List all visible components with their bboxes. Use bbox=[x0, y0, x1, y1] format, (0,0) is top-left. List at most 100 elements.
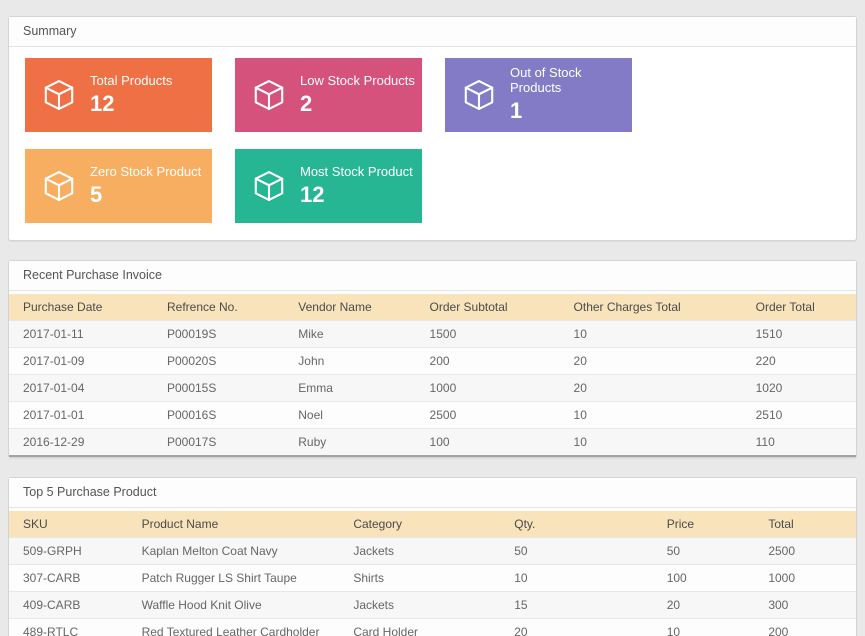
column-header: Vendor Name bbox=[284, 294, 415, 321]
table-cell: 50 bbox=[653, 538, 755, 565]
dashboard-page: Summary Total Products 12 Low Stock Prod… bbox=[0, 0, 865, 636]
table-cell: 15 bbox=[500, 592, 652, 619]
table-cell: P00015S bbox=[153, 375, 284, 402]
table-cell: Noel bbox=[284, 402, 415, 429]
card-value: 2 bbox=[300, 91, 415, 116]
table-cell: 10 bbox=[560, 321, 742, 348]
table-cell: 2017-01-04 bbox=[9, 375, 153, 402]
cube-icon bbox=[251, 77, 287, 113]
recent-purchase-invoice-table: Purchase DateRefrence No.Vendor NameOrde… bbox=[9, 294, 856, 457]
table-cell: 200 bbox=[416, 348, 560, 375]
column-header: Total bbox=[754, 511, 856, 538]
table-row: 2017-01-04P00015SEmma1000201020 bbox=[9, 375, 856, 402]
recent-purchase-invoice-header: Recent Purchase Invoice bbox=[9, 261, 856, 291]
column-header: Qty. bbox=[500, 511, 652, 538]
summary-card[interactable]: Most Stock Product 12 bbox=[235, 149, 422, 223]
top-purchase-product-table: SKUProduct NameCategoryQty.PriceTotal 50… bbox=[9, 511, 856, 636]
column-header: Price bbox=[653, 511, 755, 538]
table-cell: 2017-01-01 bbox=[9, 402, 153, 429]
table-cell: 100 bbox=[416, 429, 560, 457]
card-text: Total Products 12 bbox=[90, 74, 172, 116]
table-cell: 509-GRPH bbox=[9, 538, 128, 565]
column-header: Purchase Date bbox=[9, 294, 153, 321]
table-cell: 1000 bbox=[416, 375, 560, 402]
table-cell: P00020S bbox=[153, 348, 284, 375]
table-row: 307-CARBPatch Rugger LS Shirt TaupeShirt… bbox=[9, 565, 856, 592]
table-row: 489-RTLCRed Textured Leather CardholderC… bbox=[9, 619, 856, 636]
table-cell: 307-CARB bbox=[9, 565, 128, 592]
table-cell: 20 bbox=[560, 348, 742, 375]
card-text: Out of Stock Products 1 bbox=[510, 66, 632, 123]
card-label: Out of Stock Products bbox=[510, 66, 632, 96]
table-cell: P00019S bbox=[153, 321, 284, 348]
table-cell: 200 bbox=[754, 619, 856, 636]
table-cell: 2016-12-29 bbox=[9, 429, 153, 457]
table-cell: 2017-01-11 bbox=[9, 321, 153, 348]
card-value: 12 bbox=[90, 91, 172, 116]
table-cell: 220 bbox=[742, 348, 856, 375]
card-value: 12 bbox=[300, 182, 413, 207]
table-header-row: Purchase DateRefrence No.Vendor NameOrde… bbox=[9, 294, 856, 321]
table-cell: 20 bbox=[653, 592, 755, 619]
recent-purchase-invoice-title: Recent Purchase Invoice bbox=[23, 268, 162, 282]
card-text: Low Stock Products 2 bbox=[300, 74, 415, 116]
table-cell: Shirts bbox=[339, 565, 500, 592]
table-cell: 2500 bbox=[416, 402, 560, 429]
table-cell: 100 bbox=[653, 565, 755, 592]
table-cell: Mike bbox=[284, 321, 415, 348]
table-cell: 1020 bbox=[742, 375, 856, 402]
table-row: 509-GRPHKaplan Melton Coat NavyJackets 50… bbox=[9, 538, 856, 565]
card-label: Zero Stock Product bbox=[90, 165, 201, 180]
table-cell: 10 bbox=[560, 402, 742, 429]
cube-icon bbox=[41, 168, 77, 204]
cube-icon bbox=[41, 77, 77, 113]
card-label: Total Products bbox=[90, 74, 172, 89]
summary-card[interactable]: Total Products 12 bbox=[25, 58, 212, 132]
table-cell: 10 bbox=[560, 429, 742, 457]
table-cell: 2510 bbox=[742, 402, 856, 429]
table-cell: Jackets bbox=[339, 592, 500, 619]
table-row: 2017-01-11P00019SMike1500101510 bbox=[9, 321, 856, 348]
summary-card[interactable]: Low Stock Products 2 bbox=[235, 58, 422, 132]
table-cell: 1500 bbox=[416, 321, 560, 348]
table-cell: Jackets bbox=[339, 538, 500, 565]
cube-icon bbox=[461, 77, 497, 113]
table-cell: John bbox=[284, 348, 415, 375]
summary-card[interactable]: Out of Stock Products 1 bbox=[445, 58, 632, 132]
top-purchase-product-title: Top 5 Purchase Product bbox=[23, 485, 156, 499]
column-header: Other Charges Total bbox=[560, 294, 742, 321]
top-purchase-product-header: Top 5 Purchase Product bbox=[9, 478, 856, 508]
table-cell: Kaplan Melton Coat Navy bbox=[128, 538, 340, 565]
table-cell: 409-CARB bbox=[9, 592, 128, 619]
column-header: Order Subtotal bbox=[416, 294, 560, 321]
table-row: 2016-12-29P00017SRuby10010110 bbox=[9, 429, 856, 457]
top-purchase-product-panel: Top 5 Purchase Product SKUProduct NameCa… bbox=[8, 477, 857, 636]
summary-cards: Total Products 12 Low Stock Products 2 O bbox=[9, 47, 856, 240]
column-header: Order Total bbox=[742, 294, 856, 321]
table-cell: Patch Rugger LS Shirt Taupe bbox=[128, 565, 340, 592]
table-cell: P00017S bbox=[153, 429, 284, 457]
table-header-row: SKUProduct NameCategoryQty.PriceTotal bbox=[9, 511, 856, 538]
table-cell: 2500 bbox=[754, 538, 856, 565]
table-cell: 10 bbox=[500, 565, 652, 592]
table-row: 2017-01-09P00020SJohn20020220 bbox=[9, 348, 856, 375]
table-cell: 2017-01-09 bbox=[9, 348, 153, 375]
table-cell: Waffle Hood Knit Olive bbox=[128, 592, 340, 619]
card-label: Low Stock Products bbox=[300, 74, 415, 89]
summary-panel: Summary Total Products 12 Low Stock Prod… bbox=[8, 16, 857, 241]
table-cell: Card Holder bbox=[339, 619, 500, 636]
table-cell: 110 bbox=[742, 429, 856, 457]
column-header: Product Name bbox=[128, 511, 340, 538]
table-cell: 1510 bbox=[742, 321, 856, 348]
card-value: 5 bbox=[90, 182, 201, 207]
column-header: Refrence No. bbox=[153, 294, 284, 321]
table-cell: 20 bbox=[500, 619, 652, 636]
table-cell: 300 bbox=[754, 592, 856, 619]
summary-card[interactable]: Zero Stock Product 5 bbox=[25, 149, 212, 223]
table-cell: 1000 bbox=[754, 565, 856, 592]
card-text: Zero Stock Product 5 bbox=[90, 165, 201, 207]
summary-panel-header: Summary bbox=[9, 17, 856, 47]
recent-purchase-invoice-panel: Recent Purchase Invoice Purchase DateRef… bbox=[8, 260, 857, 458]
cube-icon bbox=[251, 168, 287, 204]
table-cell: Ruby bbox=[284, 429, 415, 457]
